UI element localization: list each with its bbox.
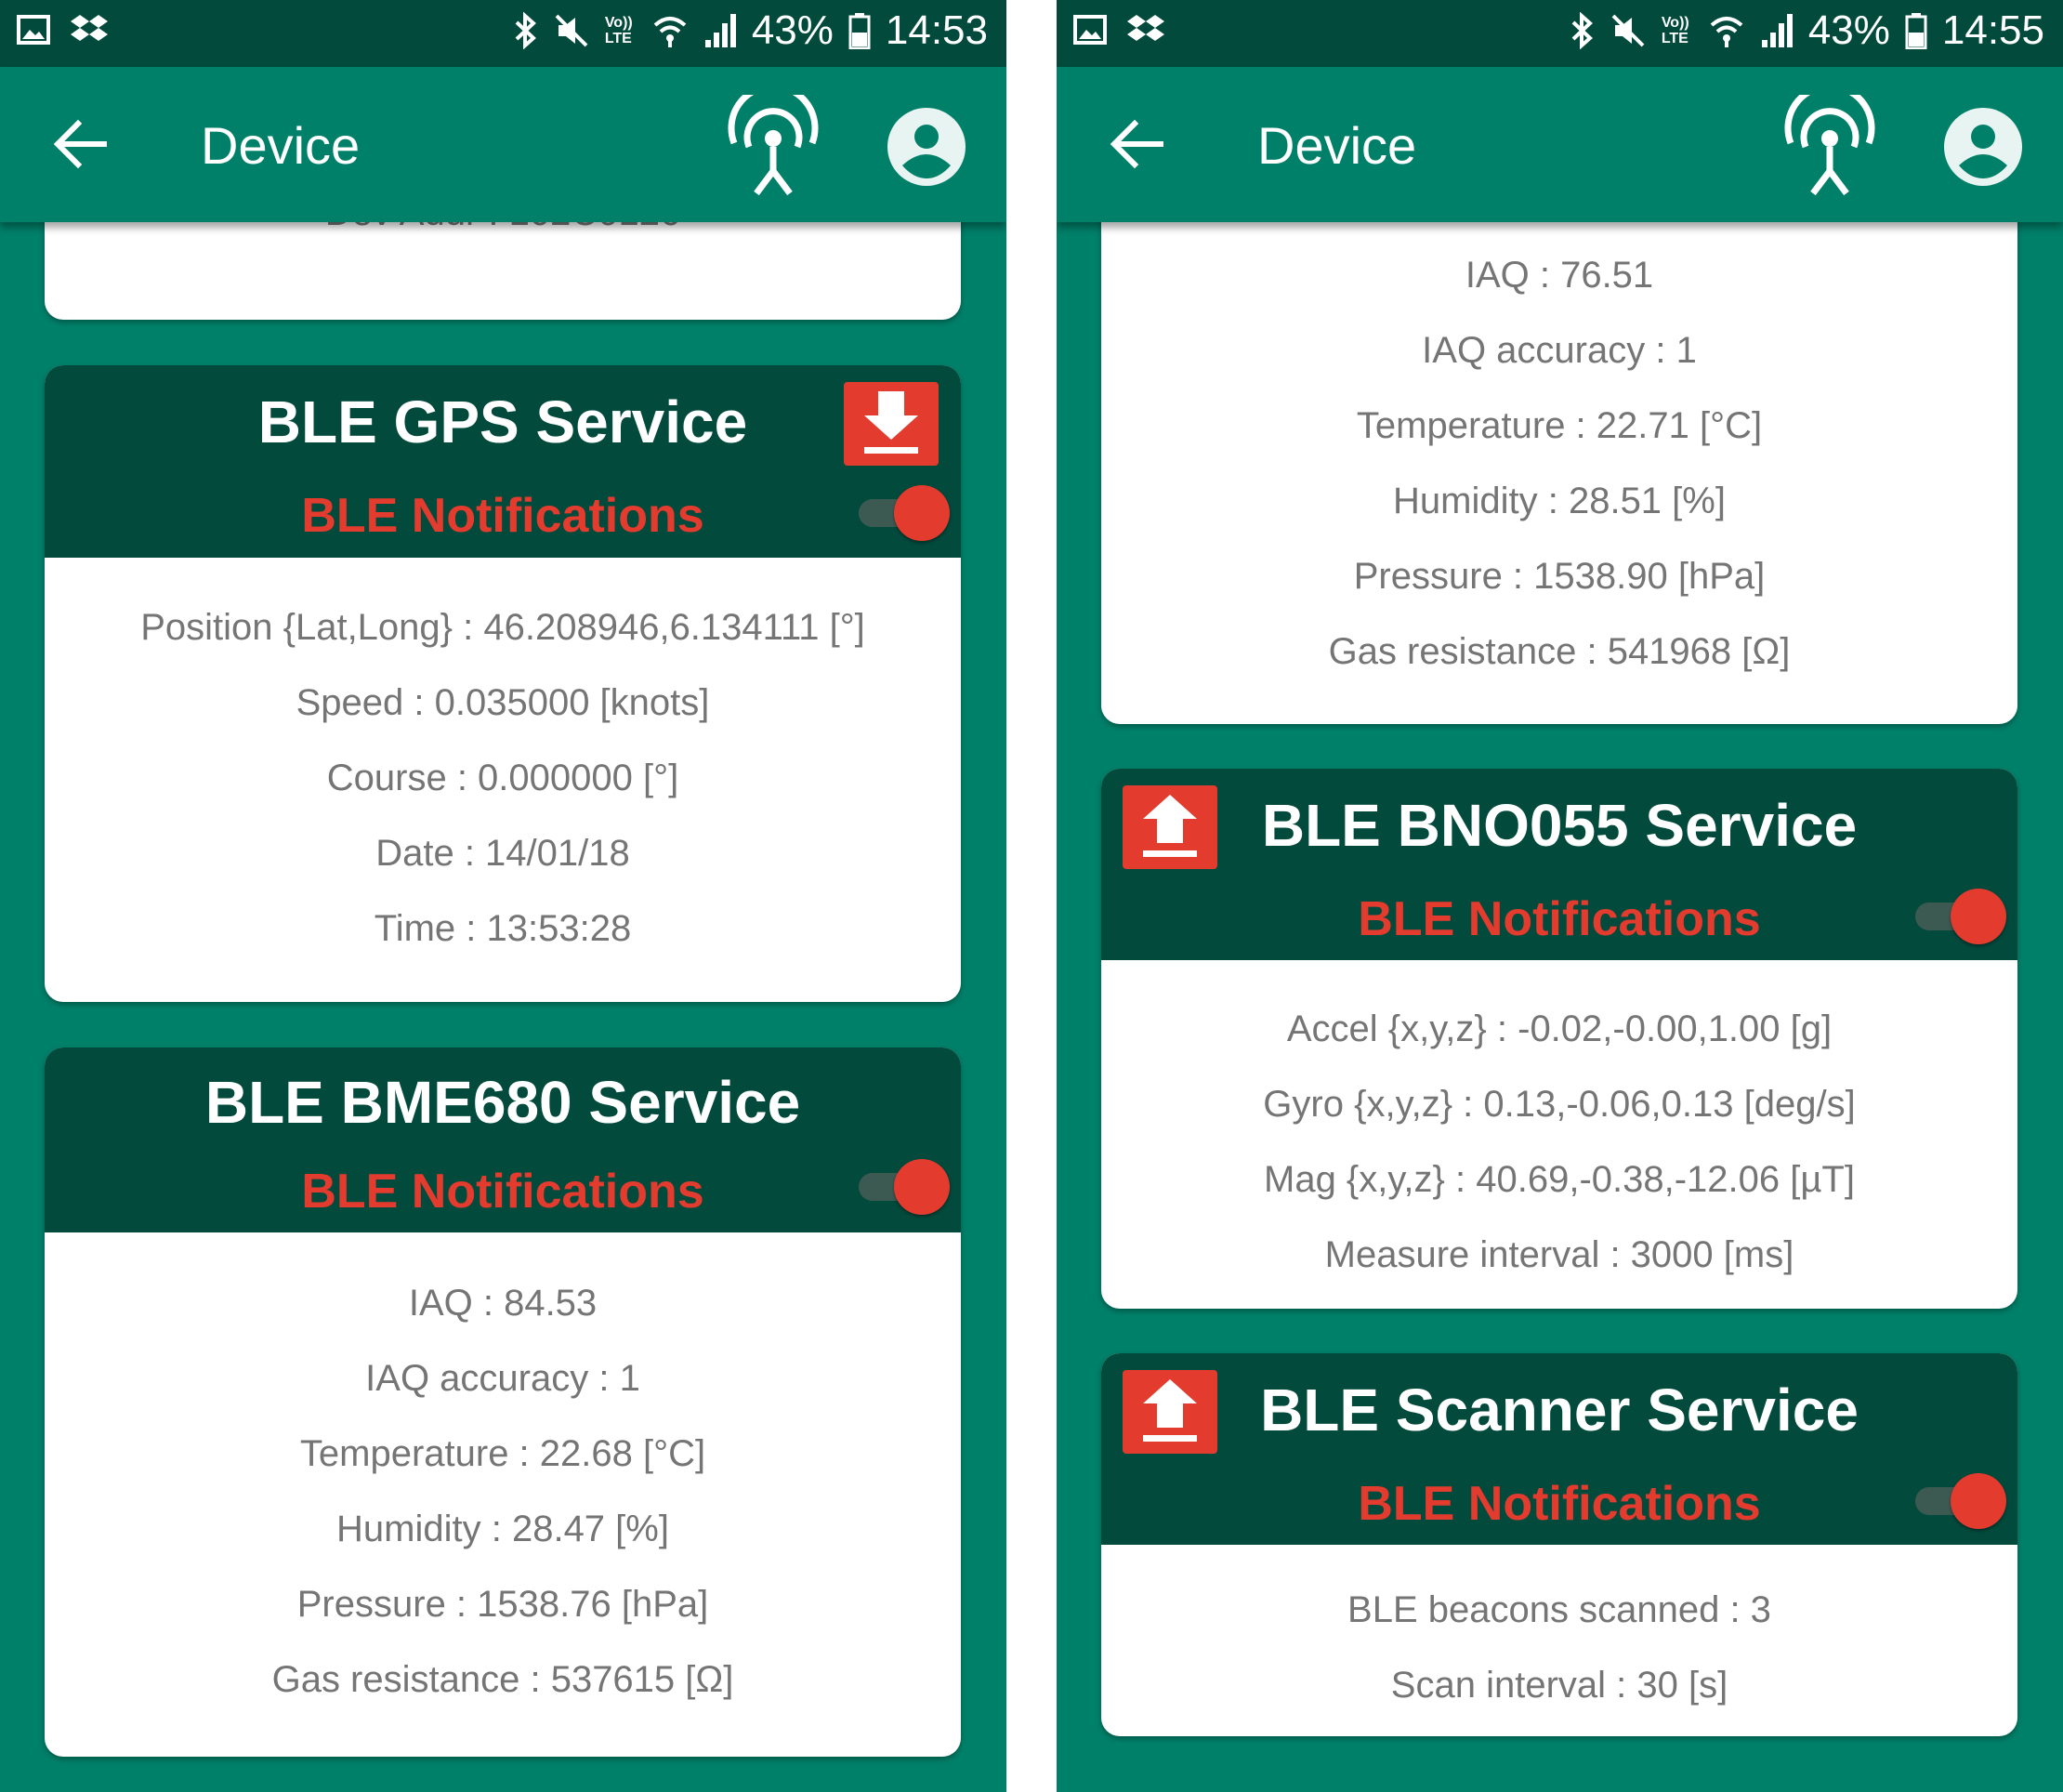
status-bar: Vo)) LTE 43% 14:53 [0, 0, 1006, 67]
bme-pressure: Pressure : 1538.76 [hPa] [296, 1584, 709, 1625]
notifications-label: BLE Notifications [1358, 892, 1761, 946]
scanner-interval: Scan interval : 30 [s] [1390, 1665, 1728, 1706]
app-bar: Device [1057, 67, 2063, 222]
mute-icon [1611, 14, 1645, 47]
dev-addr: Dev Addr : 102C0126 [45, 222, 961, 234]
bno055-service-card: BLE BNO055 Service BLE Notifications Acc… [1101, 769, 2017, 1309]
card-header: BLE BME680 Service BLE Notifications [45, 1048, 961, 1232]
bme-temperature: Temperature : 22.68 [°C] [299, 1433, 706, 1474]
account-circle-icon[interactable] [887, 108, 966, 186]
bme-temperature: Temperature : 22.71 [°C] [1356, 405, 1763, 446]
bno-measure-interval: Measure interval : 3000 [ms] [1324, 1234, 1794, 1275]
gps-time: Time : 13:53:28 [374, 908, 632, 949]
gps-position: Position {Lat,Long} : 46.208946,6.134111… [140, 607, 865, 648]
beacon-antenna-icon[interactable] [727, 95, 820, 197]
dropbox-icon [1127, 15, 1164, 41]
bme-humidity: Humidity : 28.51 [%] [1393, 481, 1726, 521]
device-info-card: Dev Addr : 102C0126 [45, 222, 961, 320]
card-header: BLE BNO055 Service BLE Notifications [1101, 769, 2017, 960]
gps-course: Course : 0.000000 [°] [326, 758, 679, 798]
volte-indicator: Vo)) LTE [604, 15, 633, 46]
bme-iaq-accuracy: IAQ accuracy : 1 [365, 1358, 640, 1399]
beacon-antenna-icon[interactable] [1783, 95, 1876, 197]
back-icon[interactable] [1105, 112, 1170, 177]
mute-icon [555, 14, 588, 47]
content-scroll[interactable]: IAQ : 76.51 IAQ accuracy : 1 Temperature… [1057, 222, 2063, 1792]
bno-mag: Mag {x,y,z} : 40.69,-0.38,-12.06 [µT] [1264, 1159, 1855, 1200]
scanner-beacons-scanned: BLE beacons scanned : 3 [1347, 1589, 1771, 1630]
notifications-toggle[interactable] [859, 482, 950, 542]
gallery-icon [17, 15, 50, 45]
bme680-service-card: BLE BME680 Service BLE Notifications IAQ… [45, 1048, 961, 1757]
bme-humidity: Humidity : 28.47 [%] [336, 1509, 669, 1549]
bme680-service-card: IAQ : 76.51 IAQ accuracy : 1 Temperature… [1101, 222, 2017, 724]
card-header: BLE GPS Service BLE Notifications [45, 365, 961, 558]
wifi-icon [653, 17, 687, 47]
battery-percent: 43% [751, 7, 834, 53]
notifications-label: BLE Notifications [301, 1165, 704, 1219]
battery-icon [848, 13, 871, 49]
phone-screen-right: Vo)) LTE 43% 14:55 Device IAQ : 76.51 IA… [1057, 0, 2063, 1792]
wifi-icon [1710, 17, 1743, 47]
bluetooth-icon [1571, 12, 1593, 49]
signal-icon [704, 14, 736, 47]
gps-date: Date : 14/01/18 [375, 833, 630, 874]
battery-percent: 43% [1807, 7, 1890, 53]
bluetooth-icon [515, 12, 536, 49]
status-time: 14:55 [1941, 7, 2044, 53]
scanner-service-card: BLE Scanner Service BLE Notifications BL… [1101, 1353, 2017, 1736]
back-icon[interactable] [48, 112, 113, 177]
service-title: BLE BNO055 Service [1261, 792, 1858, 859]
service-title: BLE GPS Service [257, 389, 748, 455]
battery-icon [1905, 13, 1927, 49]
gallery-icon [1073, 15, 1107, 45]
gps-service-card: BLE GPS Service BLE Notifications Positi… [45, 365, 961, 1002]
download-button[interactable] [844, 382, 939, 466]
notifications-label: BLE Notifications [301, 489, 704, 543]
notifications-label: BLE Notifications [1358, 1477, 1761, 1531]
bme-gas-resistance: Gas resistance : 541968 [Ω] [1328, 631, 1791, 672]
bme-iaq: IAQ : 84.53 [408, 1283, 598, 1324]
account-circle-icon[interactable] [1944, 108, 2022, 186]
status-bar: Vo)) LTE 43% 14:55 [1057, 0, 2063, 67]
bme-iaq: IAQ : 76.51 [1465, 255, 1654, 296]
card-header: BLE Scanner Service BLE Notifications [1101, 1353, 2017, 1545]
bme-gas-resistance: Gas resistance : 537615 [Ω] [271, 1659, 734, 1700]
page-title: Device [1257, 116, 1417, 175]
screenshot-divider [1006, 0, 1057, 1792]
download-icon [864, 391, 918, 454]
phone-screen-left: Vo)) LTE 43% 14:53 Device Dev Addr : 102… [0, 0, 1006, 1792]
gps-speed: Speed : 0.035000 [knots] [296, 682, 710, 723]
service-title: BLE BME680 Service [204, 1069, 801, 1136]
service-title: BLE Scanner Service [1260, 1377, 1859, 1443]
bno-accel: Accel {x,y,z} : -0.02,-0.00,1.00 [g] [1286, 1008, 1833, 1049]
app-bar: Device [0, 67, 1006, 222]
bno-gyro: Gyro {x,y,z} : 0.13,-0.06,0.13 [deg/s] [1263, 1084, 1856, 1125]
content-scroll[interactable]: Dev Addr : 102C0126 BLE GPS Service BLE … [0, 222, 1006, 1792]
status-time: 14:53 [885, 7, 988, 53]
dropbox-icon [71, 15, 108, 41]
notifications-toggle[interactable] [859, 1156, 950, 1216]
notifications-toggle[interactable] [1915, 886, 2006, 945]
bme-pressure: Pressure : 1538.90 [hPa] [1353, 556, 1766, 597]
volte-indicator: Vo)) LTE [1661, 15, 1689, 46]
page-title: Device [201, 116, 361, 175]
signal-icon [1761, 14, 1793, 47]
notifications-toggle[interactable] [1915, 1470, 2006, 1530]
bme-iaq-accuracy: IAQ accuracy : 1 [1422, 330, 1697, 371]
